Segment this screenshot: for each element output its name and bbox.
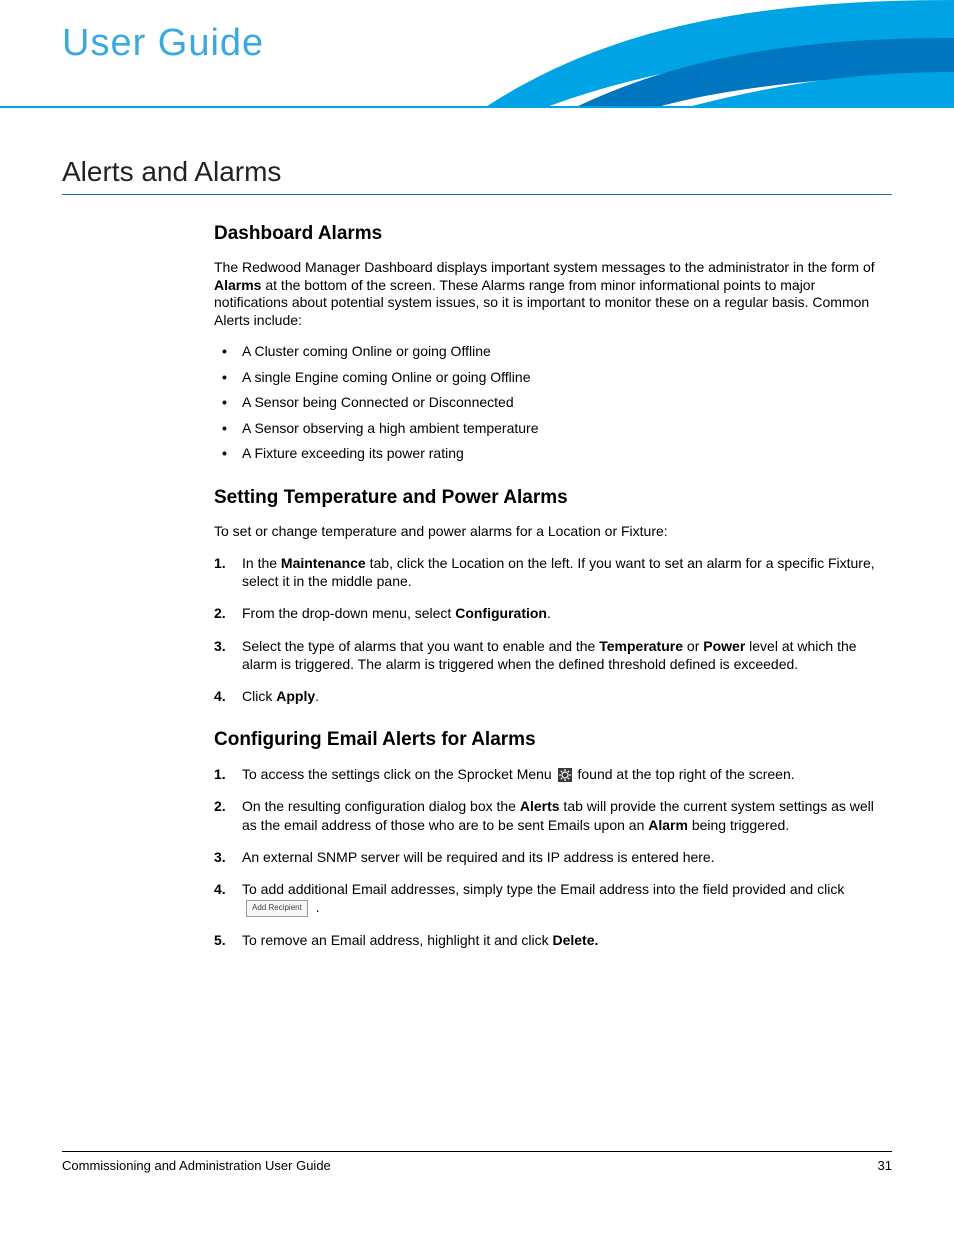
text: To add additional Email addresses, simpl… — [242, 881, 844, 897]
page-title: Alerts and Alarms — [62, 156, 892, 195]
text: Click — [242, 688, 276, 704]
intro-paragraph: To set or change temperature and power a… — [214, 523, 892, 541]
list-item: A Cluster coming Online or going Offline — [214, 343, 892, 361]
text: . — [312, 899, 320, 915]
text: or — [683, 638, 703, 654]
steps-email-alerts: To access the settings click on the Spro… — [214, 765, 892, 949]
text: at the bottom of the screen. These Alarm… — [214, 277, 869, 328]
header-swoosh-graphic — [484, 0, 954, 108]
bold-alarms: Alarms — [214, 277, 261, 293]
heading-email-alerts: Configuring Email Alerts for Alarms — [214, 729, 892, 751]
step-item: From the drop-down menu, select Configur… — [214, 604, 892, 622]
section-dashboard-alarms: Dashboard Alarms The Redwood Manager Das… — [214, 223, 892, 949]
page-content: Alerts and Alarms Dashboard Alarms The R… — [0, 108, 954, 949]
bold-configuration: Configuration — [455, 605, 547, 621]
header-title: User Guide — [62, 22, 264, 65]
bold-power: Power — [703, 638, 745, 654]
list-item: A Sensor observing a high ambient temper… — [214, 420, 892, 438]
text: From the drop-down menu, select — [242, 605, 455, 621]
page-number: 31 — [878, 1158, 892, 1173]
heading-setting-alarms: Setting Temperature and Power Alarms — [214, 487, 892, 509]
alerts-bullet-list: A Cluster coming Online or going Offline… — [214, 343, 892, 463]
text: found at the top right of the screen. — [574, 766, 795, 782]
sprocket-icon — [558, 768, 572, 782]
bold-alerts: Alerts — [520, 798, 560, 814]
text: Select the type of alarms that you want … — [242, 638, 599, 654]
intro-paragraph: The Redwood Manager Dashboard displays i… — [214, 259, 892, 329]
page-footer: Commissioning and Administration User Gu… — [62, 1151, 892, 1173]
text: The Redwood Manager Dashboard displays i… — [214, 259, 875, 275]
step-item: To remove an Email address, highlight it… — [214, 931, 892, 949]
bold-alarm: Alarm — [648, 817, 688, 833]
text: . — [547, 605, 551, 621]
add-recipient-button: Add Recipient — [246, 900, 308, 916]
text: . — [315, 688, 319, 704]
steps-setting-alarms: In the Maintenance tab, click the Locati… — [214, 554, 892, 705]
text: On the resulting configuration dialog bo… — [242, 798, 520, 814]
page-header: User Guide — [0, 0, 954, 108]
bold-maintenance: Maintenance — [281, 555, 366, 571]
list-item: A single Engine coming Online or going O… — [214, 369, 892, 387]
bold-temperature: Temperature — [599, 638, 683, 654]
step-item: Select the type of alarms that you want … — [214, 637, 892, 673]
step-item: To access the settings click on the Spro… — [214, 765, 892, 783]
text: being triggered. — [688, 817, 789, 833]
footer-title: Commissioning and Administration User Gu… — [62, 1158, 331, 1173]
step-item: To add additional Email addresses, simpl… — [214, 880, 892, 917]
step-item: On the resulting configuration dialog bo… — [214, 797, 892, 833]
bold-apply: Apply — [276, 688, 315, 704]
text: In the — [242, 555, 281, 571]
step-item: In the Maintenance tab, click the Locati… — [214, 554, 892, 590]
text: To access the settings click on the Spro… — [242, 766, 556, 782]
step-item: Click Apply. — [214, 687, 892, 705]
list-item: A Sensor being Connected or Disconnected — [214, 394, 892, 412]
step-item: An external SNMP server will be required… — [214, 848, 892, 866]
bold-delete: Delete. — [552, 932, 598, 948]
heading-dashboard-alarms: Dashboard Alarms — [214, 223, 892, 245]
list-item: A Fixture exceeding its power rating — [214, 445, 892, 463]
text: To remove an Email address, highlight it… — [242, 932, 552, 948]
